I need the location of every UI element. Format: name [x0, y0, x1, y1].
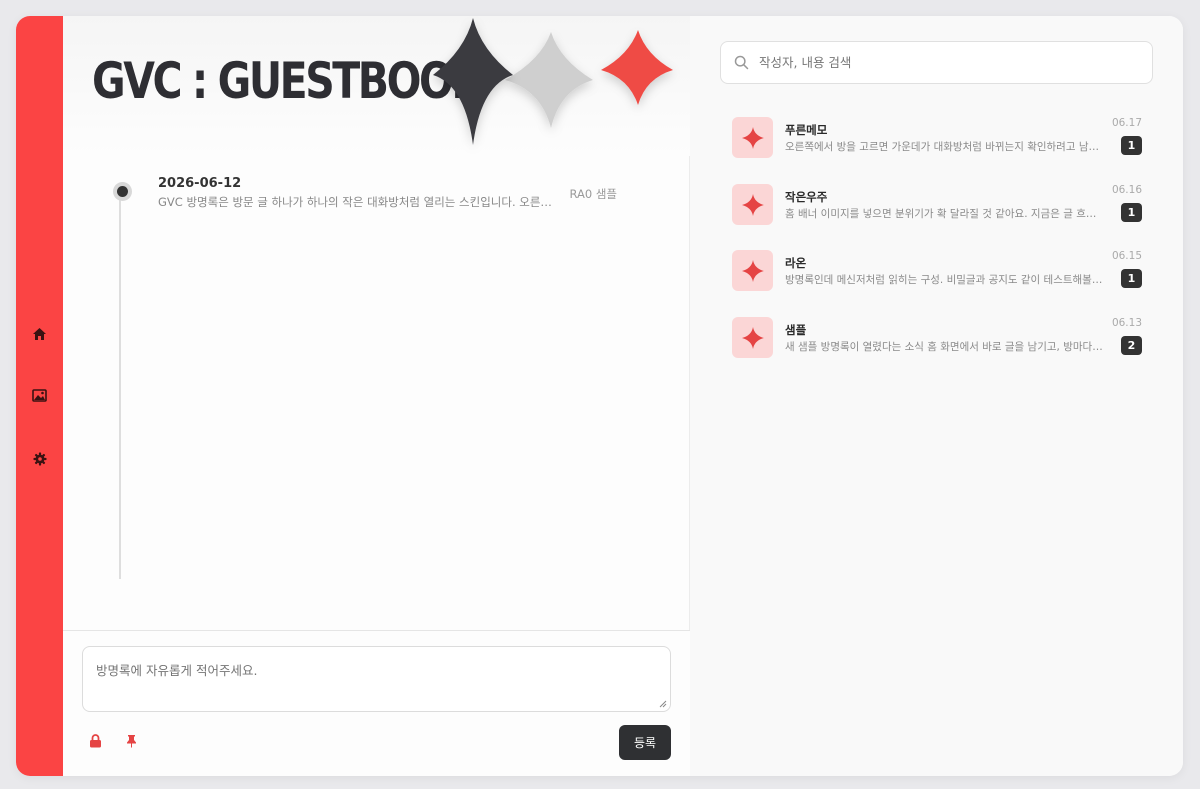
reply-count-badge: 2	[1121, 336, 1142, 355]
room-avatar	[732, 184, 773, 225]
room-avatar	[732, 250, 773, 291]
room-date: 06.15	[1111, 250, 1142, 262]
timeline-line	[119, 191, 121, 579]
search-input[interactable]	[759, 42, 1139, 83]
home-icon[interactable]	[31, 325, 48, 342]
sparkle-icon	[741, 126, 764, 149]
room-item[interactable]: 라온 방명록인데 메신저처럼 읽히는 구성. 비밀글과 공지도 같이 테스트해볼…	[730, 250, 1153, 309]
resize-handle-icon[interactable]	[659, 700, 667, 708]
search-box	[720, 41, 1153, 84]
room-date: 06.13	[1111, 317, 1142, 329]
room-preview: 방명록인데 메신저처럼 읽히는 구성. 비밀글과 공지도 같이 테스트해볼게요.	[785, 274, 1105, 286]
room-date: 06.16	[1111, 184, 1142, 196]
room-list-panel: 푸른메모 오른쪽에서 방을 고르면 가운데가 대화방처럼 바뀌는지 확인하려고 …	[690, 16, 1183, 776]
header-banner: GVC : GUESTBOOK	[63, 16, 690, 156]
post-author: RA0 샘플	[569, 187, 617, 201]
room-date: 06.17	[1111, 117, 1142, 129]
sparkle-decoration-icon	[433, 18, 673, 145]
room-item[interactable]: 푸른메모 오른쪽에서 방을 고르면 가운데가 대화방처럼 바뀌는지 확인하려고 …	[730, 117, 1153, 176]
submit-button[interactable]: 등록	[619, 725, 671, 760]
post-date: 2026-06-12	[158, 176, 242, 191]
reply-count-badge: 1	[1121, 136, 1142, 155]
post-body: GVC 방명록은 방문 글 하나가 하나의 작은 대화방처럼 열리는 스킨입니다…	[158, 195, 553, 209]
room-name: 푸른메모	[785, 123, 828, 137]
room-item[interactable]: 작은우주 홈 배너 이미지를 넣으면 분위기가 확 달라질 것 같아요. 지금은…	[730, 184, 1153, 243]
room-name: 샘플	[785, 323, 807, 337]
room-preview: 새 샘플 방명록이 열렸다는 소식 홈 화면에서 바로 글을 남기고, 방마다 …	[785, 341, 1105, 353]
composer: 등록	[63, 630, 690, 776]
lock-icon[interactable]	[89, 733, 102, 752]
reply-count-badge: 1	[1121, 203, 1142, 222]
room-avatar	[732, 317, 773, 358]
guestbook-panel: GVC : GUESTBOOK 2026-06-12 GVC 방명록은 방문 글…	[63, 16, 690, 776]
message-input[interactable]	[82, 646, 671, 712]
search-icon	[734, 55, 749, 70]
gear-icon[interactable]	[31, 450, 48, 467]
room-item[interactable]: 샘플 새 샘플 방명록이 열렸다는 소식 홈 화면에서 바로 글을 남기고, 방…	[730, 317, 1153, 376]
room-name: 작은우주	[785, 190, 828, 204]
sparkle-icon	[741, 259, 764, 282]
reply-count-badge: 1	[1121, 269, 1142, 288]
image-icon[interactable]	[31, 387, 48, 404]
app-frame: GVC : GUESTBOOK 2026-06-12 GVC 방명록은 방문 글…	[16, 16, 1183, 776]
sparkle-icon	[741, 326, 764, 349]
room-name: 라온	[785, 256, 807, 270]
sidebar-rail	[16, 16, 63, 776]
pin-icon[interactable]	[125, 733, 138, 752]
room-avatar	[732, 117, 773, 158]
timeline-post[interactable]: 2026-06-12 GVC 방명록은 방문 글 하나가 하나의 작은 대화방처…	[158, 176, 628, 216]
room-preview: 오른쪽에서 방을 고르면 가운데가 대화방처럼 바뀌는지 확인하려고 남겨요.	[785, 141, 1105, 153]
room-preview: 홈 배너 이미지를 넣으면 분위기가 확 달라질 것 같아요. 지금은 글 흐름…	[785, 208, 1105, 220]
sparkle-icon	[741, 193, 764, 216]
timeline-dot	[113, 182, 132, 201]
